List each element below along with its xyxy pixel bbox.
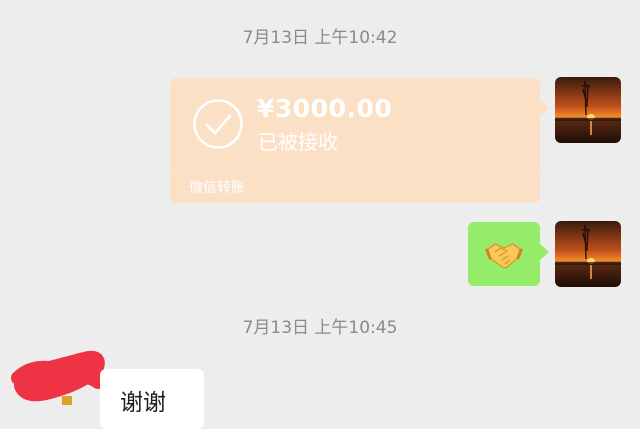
- transfer-amount: ¥3000.00: [257, 94, 393, 123]
- message-timestamp: 7月13日 上午10:45: [242, 318, 398, 338]
- sent-emoji-bubble[interactable]: [468, 222, 549, 286]
- check-circle-icon: [193, 99, 243, 149]
- sunset-avatar-image: [555, 221, 621, 287]
- received-message-bubble[interactable]: 谢谢: [100, 369, 204, 429]
- transfer-footer-label: 微信转账: [189, 180, 245, 196]
- transfer-status: 已被接收: [258, 130, 338, 154]
- transfer-message-card[interactable]: ¥3000.00 已被接收 微信转账: [170, 78, 549, 203]
- sunset-avatar-image: [555, 77, 621, 143]
- avatar[interactable]: [555, 221, 621, 287]
- handshake-emoji-icon: [485, 243, 523, 269]
- message-timestamp: 7月13日 上午10:42: [242, 28, 398, 48]
- redacted-avatar[interactable]: [10, 348, 110, 405]
- avatar[interactable]: [555, 77, 621, 143]
- received-message-text: 谢谢: [120, 390, 166, 416]
- transfer-divider: [170, 171, 540, 172]
